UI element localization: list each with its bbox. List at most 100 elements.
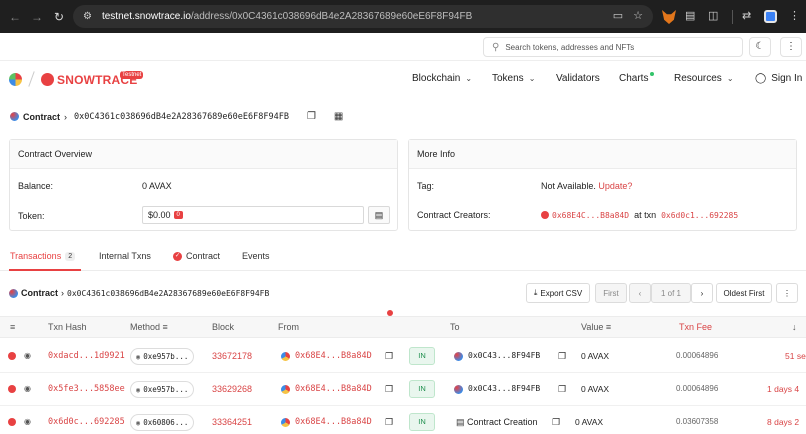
prev-page-button[interactable]: ‹: [629, 283, 651, 303]
copy-icon[interactable]: ❐: [552, 417, 560, 428]
address-bar[interactable]: ⚙ testnet.snowtrace.io/address/0x0C4361c…: [73, 5, 653, 28]
direction-badge: IN: [409, 413, 435, 431]
sort-arrow-icon[interactable]: ↓: [792, 322, 797, 332]
txn-hash-link[interactable]: 0x6d0c...692285: [48, 417, 125, 427]
col-label: Method: [130, 322, 161, 332]
copy-icon[interactable]: ❐: [558, 351, 566, 362]
preview-eye-icon[interactable]: ◉: [24, 384, 31, 393]
nav-label: Tokens: [492, 73, 524, 84]
chevron-down-icon: ⌄: [465, 74, 473, 83]
from-address-link[interactable]: 0x68E4...B8a84D: [295, 351, 372, 361]
nav-validators[interactable]: Validators: [556, 73, 600, 84]
status-icon: [8, 418, 16, 426]
tab-internal-txns[interactable]: Internal Txns: [99, 251, 151, 261]
from-avatar: [281, 418, 290, 427]
value: 0 AVAX: [581, 384, 610, 394]
more-vertical-icon: ⋮: [786, 41, 796, 52]
more-options-button[interactable]: ⋮: [780, 37, 802, 57]
token-value: $0.00: [148, 210, 171, 220]
profile-avatar[interactable]: [764, 10, 777, 23]
copy-icon[interactable]: ❐: [385, 351, 393, 362]
col-txn-fee[interactable]: Txn Fee: [679, 322, 712, 332]
filter-icon[interactable]: ≡: [10, 322, 15, 332]
creator-row: 0x68E4C...B8a84D at txn 0x6d0c1...692285: [541, 210, 738, 220]
copy-icon[interactable]: ❐: [307, 111, 316, 122]
sign-in-button[interactable]: ◯ Sign In: [755, 73, 802, 84]
txn-hash-link[interactable]: 0xdacd...1d9921: [48, 351, 125, 361]
snowtrace-logo-icon[interactable]: [41, 73, 54, 86]
page-label: 1 of 1: [660, 288, 681, 298]
nav-label: Charts: [619, 73, 649, 84]
active-tab-indicator: [9, 269, 81, 271]
bookmark-star-icon[interactable]: ☆: [633, 9, 643, 22]
metamask-icon[interactable]: [662, 10, 676, 24]
from-address-link[interactable]: 0x68E4...B8a84D: [295, 384, 372, 394]
next-page-button[interactable]: ›: [691, 283, 713, 303]
tab-events[interactable]: Events: [242, 251, 270, 261]
update-tag-link[interactable]: Update?: [598, 181, 632, 191]
filter-icon[interactable]: ≡: [163, 322, 168, 332]
qr-code-icon[interactable]: ▦: [334, 111, 343, 122]
col-block: Block: [212, 322, 235, 332]
table-options-button[interactable]: ⋮: [776, 283, 798, 303]
contract-overview-card: Contract Overview Balance: 0 AVAX Token:…: [9, 139, 398, 231]
extensions-icon[interactable]: ◫: [708, 9, 718, 22]
transactions-table-header: ≡ Txn Hash Method ≡ Block From To Value …: [0, 316, 806, 338]
browser-menu-icon[interactable]: ⋮: [789, 9, 800, 22]
col-from: From: [278, 322, 299, 332]
creator-address-link[interactable]: 0x68E4C...B8a84D: [552, 211, 629, 220]
filter-icon[interactable]: ≡: [606, 322, 611, 332]
tab-label: Events: [242, 251, 270, 261]
tab-contract[interactable]: ✓ Contract: [173, 251, 220, 261]
from-address-link[interactable]: 0x68E4...B8a84D: [295, 417, 372, 427]
token-dropdown[interactable]: $0.00 0: [142, 206, 364, 224]
token-count-badge: 0: [173, 211, 183, 219]
forward-icon[interactable]: →: [26, 10, 48, 24]
txn-fee: 0.03607358: [676, 417, 719, 426]
col-method[interactable]: Method ≡: [130, 322, 168, 332]
col-label: Value: [581, 322, 604, 332]
avalanche-logo-icon[interactable]: [9, 73, 22, 86]
method-label: 0xe957b...: [143, 352, 189, 361]
more-vertical-icon: ⋮: [783, 288, 791, 298]
preview-eye-icon[interactable]: ◉: [24, 351, 31, 360]
method-label: 0xe957b...: [143, 385, 189, 394]
address-tabs: Transactions 2 Internal Txns ✓ Contract …: [0, 243, 806, 271]
to-address-link[interactable]: 0x0C43...8F94FB: [468, 384, 540, 393]
block-link[interactable]: 33629268: [212, 384, 252, 394]
oldest-first-button[interactable]: Oldest First: [716, 283, 772, 303]
cast-icon[interactable]: ▭: [613, 9, 623, 22]
block-link[interactable]: 33364251: [212, 417, 252, 427]
table-row: ◉ 0x5fe3...5858ee ◉ 0xe957b... 33629268 0…: [0, 373, 806, 406]
token-holdings-button[interactable]: ▤: [368, 206, 390, 224]
search-input[interactable]: ⚲ Search tokens, addresses and NFTs: [483, 37, 743, 57]
first-page-button[interactable]: First: [595, 283, 627, 303]
method-badge: ◉ 0xe957b...: [130, 381, 195, 398]
creator-txn-link[interactable]: 0x6d0c1...692285: [661, 211, 738, 220]
theme-toggle-button[interactable]: ☾: [749, 37, 771, 57]
nav-charts[interactable]: Charts: [619, 71, 657, 84]
copy-icon[interactable]: ❐: [385, 384, 393, 395]
nav-resources[interactable]: Resources ⌄: [674, 73, 734, 84]
tab-transactions[interactable]: Transactions 2: [10, 251, 76, 261]
reload-icon[interactable]: ↻: [48, 10, 70, 24]
browser-toolbar: ← → ↻ ⚙ testnet.snowtrace.io/address/0x0…: [0, 0, 806, 33]
back-icon[interactable]: ←: [4, 10, 26, 24]
site-info-icon[interactable]: ⚙: [83, 11, 92, 22]
txn-hash-link[interactable]: 0x5fe3...5858ee: [48, 384, 125, 394]
export-csv-button[interactable]: ⤓ Export CSV: [526, 283, 590, 303]
copy-icon[interactable]: ❐: [558, 384, 566, 395]
nav-blockchain[interactable]: Blockchain ⌄: [412, 73, 472, 84]
col-value[interactable]: Value ≡: [581, 322, 611, 332]
block-link[interactable]: 33672178: [212, 351, 252, 361]
method-label: 0x60806...: [143, 418, 189, 427]
chevron-right-icon: ›: [700, 288, 704, 298]
to-address-link[interactable]: 0x0C43...8F94FB: [468, 351, 540, 360]
col-txn-hash: Txn Hash: [48, 322, 87, 332]
reader-icon[interactable]: ▤: [685, 9, 695, 22]
nav-tokens[interactable]: Tokens ⌄: [492, 73, 535, 84]
moon-icon: ☾: [755, 41, 765, 52]
preview-eye-icon[interactable]: ◉: [24, 417, 31, 426]
copy-icon[interactable]: ❐: [385, 417, 393, 428]
sync-icon[interactable]: ⇄: [742, 9, 751, 22]
